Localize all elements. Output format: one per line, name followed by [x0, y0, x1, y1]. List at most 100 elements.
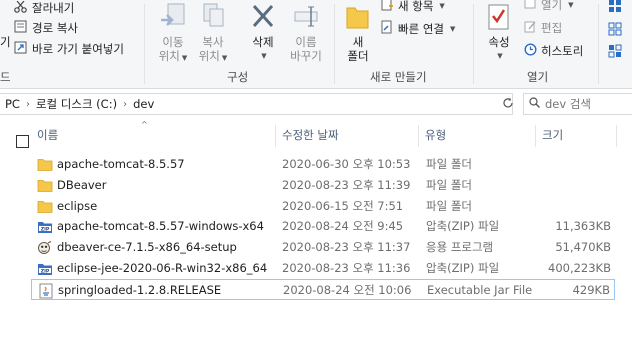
- svg-text:ZIP: ZIP: [41, 268, 50, 274]
- ribbon: 잘라내기 경로 복사 기 바로 가기 붙여넣기 드 이동 위치 ▼ 복사 위치 ▼: [0, 0, 632, 89]
- invert-selection-icon: [608, 44, 622, 61]
- file-row[interactable]: apache-tomcat-8.5.57 2020-06-30 오후 10:53 파…: [31, 154, 615, 175]
- new-folder-button[interactable]: 새 폴더: [342, 2, 374, 63]
- file-date-modified: 2020-08-23 오후 11:36: [282, 261, 411, 275]
- breadcrumb-pc[interactable]: PC: [5, 97, 20, 111]
- ribbon-separator: [334, 4, 335, 84]
- column-header-name[interactable]: 이름: [31, 123, 275, 148]
- file-name: eclipse: [57, 198, 98, 213]
- refresh-button[interactable]: [498, 94, 518, 114]
- clipboard-partial-label: 기: [0, 35, 11, 49]
- delete-button[interactable]: 삭제 ▼: [245, 2, 281, 63]
- history-clock-icon: [524, 43, 537, 59]
- properties-button[interactable]: 속성 ▼: [482, 2, 516, 63]
- paste-shortcut-button[interactable]: 바로 가기 붙여넣기: [14, 40, 124, 57]
- column-divider[interactable]: [616, 125, 617, 147]
- breadcrumb-local-disk[interactable]: 로컬 디스크 (C:): [36, 96, 117, 112]
- new-item-button[interactable]: 새 항목 ▼: [380, 0, 445, 14]
- rename-button[interactable]: 이름 바꾸기: [286, 2, 326, 63]
- file-size: 11,363KB: [555, 219, 611, 234]
- breadcrumb-dev[interactable]: dev: [133, 97, 154, 111]
- column-header-type[interactable]: 유형: [419, 123, 535, 148]
- file-name: dbeaver-ce-7.1.5-x86_64-setup: [57, 240, 237, 255]
- file-date-modified: 2020-08-24 오전 10:06: [283, 282, 412, 297]
- folder-icon: [37, 157, 53, 172]
- chevron-down-icon: ▼: [449, 24, 456, 33]
- file-list: ^ 이름 수정한 날짜 유형 크기 apache-tomcat-8.5.57 20…: [0, 119, 632, 340]
- address-bar[interactable]: PC › 로컬 디스크 (C:) › dev: [0, 93, 513, 115]
- file-type: 압축(ZIP) 파일: [426, 261, 500, 275]
- delete-x-icon: [248, 2, 278, 35]
- search-box[interactable]: dev 검색: [523, 93, 632, 115]
- copy-path-button[interactable]: 경로 복사: [14, 20, 78, 36]
- select-none-button[interactable]: [608, 22, 622, 39]
- paste-shortcut-icon: [14, 40, 28, 57]
- new-folder-icon: [344, 2, 372, 35]
- file-type: 파일 폴더: [426, 198, 472, 213]
- folder-icon: [37, 199, 53, 214]
- easy-access-icon: [380, 20, 394, 37]
- file-type: 압축(ZIP) 파일: [426, 219, 500, 234]
- chevron-right-icon[interactable]: ›: [26, 99, 30, 110]
- easy-access-button[interactable]: 빠른 연결 ▼: [380, 20, 455, 37]
- organize-group-label: 구성: [227, 70, 249, 84]
- open-button[interactable]: 열기 ▼: [524, 0, 574, 13]
- select-all-button[interactable]: [608, 0, 622, 16]
- copy-path-label: 경로 복사: [32, 21, 78, 35]
- move-to-button[interactable]: 이동 위치 ▼: [155, 2, 191, 65]
- paste-shortcut-label: 바로 가기 붙여넣기: [32, 41, 124, 56]
- file-date-modified: 2020-08-24 오전 9:45: [282, 219, 404, 234]
- file-row[interactable]: dbeaver-ce-7.1.5-x86_64-setup 2020-08-23 …: [31, 237, 615, 258]
- file-size: 51,470KB: [555, 240, 611, 255]
- file-type: Executable Jar File: [427, 282, 533, 297]
- cut-label: 잘라내기: [32, 1, 75, 15]
- ribbon-separator: [598, 4, 599, 84]
- jar-icon: [38, 283, 54, 299]
- file-name: eclipse-jee-2020-06-R-win32-x86_64: [57, 261, 268, 275]
- file-row[interactable]: ZIP eclipse-jee-2020-06-R-win32-x86_64 202…: [31, 258, 615, 279]
- rename-icon: [291, 2, 321, 35]
- edit-pencil-icon: [524, 20, 537, 36]
- file-row[interactable]: springloaded-1.2.8.RELEASE 2020-08-24 오전 …: [31, 278, 615, 300]
- open-icon: [524, 0, 537, 13]
- file-name: DBeaver: [57, 177, 107, 192]
- chevron-right-icon[interactable]: ›: [123, 99, 127, 110]
- move-to-icon: [158, 2, 188, 35]
- file-date-modified: 2020-06-30 오후 10:53: [282, 157, 411, 171]
- zip-icon: ZIP: [37, 219, 53, 234]
- invert-selection-button[interactable]: [608, 44, 622, 61]
- file-row[interactable]: eclipse 2020-06-15 오전 7:51 파일 폴더: [31, 196, 615, 217]
- file-type: 응용 프로그램: [426, 240, 494, 255]
- copy-to-button[interactable]: 복사 위치 ▼: [194, 2, 232, 65]
- chevron-down-icon: ▼: [568, 1, 574, 9]
- properties-check-icon: [485, 2, 513, 35]
- clipboard-group-label: 드: [0, 70, 11, 84]
- file-name: springloaded-1.2.8.RELEASE: [58, 282, 222, 297]
- select-none-icon: [608, 22, 622, 39]
- file-date-modified: 2020-06-15 오전 7:51: [282, 198, 404, 213]
- file-name: apache-tomcat-8.5.57-windows-x64: [57, 219, 264, 234]
- file-row[interactable]: ZIP apache-tomcat-8.5.57-windows-x64 2020-…: [31, 216, 615, 237]
- file-type: 파일 폴더: [426, 157, 472, 171]
- ribbon-separator: [144, 4, 145, 84]
- column-header-date[interactable]: 수정한 날짜: [276, 123, 418, 148]
- select-all-checkbox[interactable]: [16, 135, 29, 148]
- file-date-modified: 2020-08-23 오후 11:37: [282, 240, 411, 255]
- copy-path-icon: [14, 20, 28, 36]
- address-bar-row: PC › 로컬 디스크 (C:) › dev dev 검색: [0, 90, 632, 119]
- column-header-row: ^ 이름 수정한 날짜 유형 크기: [0, 120, 632, 148]
- ribbon-separator: [473, 4, 474, 84]
- edit-button[interactable]: 편집: [524, 20, 562, 36]
- file-name: apache-tomcat-8.5.57: [57, 157, 185, 171]
- search-icon: [529, 97, 540, 111]
- history-button[interactable]: 히스토리: [524, 43, 583, 59]
- new-group-label: 새로 만들기: [370, 70, 427, 84]
- file-row[interactable]: DBeaver 2020-08-23 오후 11:39 파일 폴더: [31, 175, 615, 196]
- chevron-down-icon: ▼: [439, 1, 445, 10]
- column-header-size[interactable]: 크기: [536, 123, 616, 148]
- file-size: 429KB: [572, 282, 610, 297]
- cut-button[interactable]: 잘라내기: [14, 0, 74, 16]
- file-date-modified: 2020-08-23 오후 11:39: [282, 177, 411, 192]
- select-all-icon: [608, 0, 622, 16]
- file-type: 파일 폴더: [426, 177, 472, 192]
